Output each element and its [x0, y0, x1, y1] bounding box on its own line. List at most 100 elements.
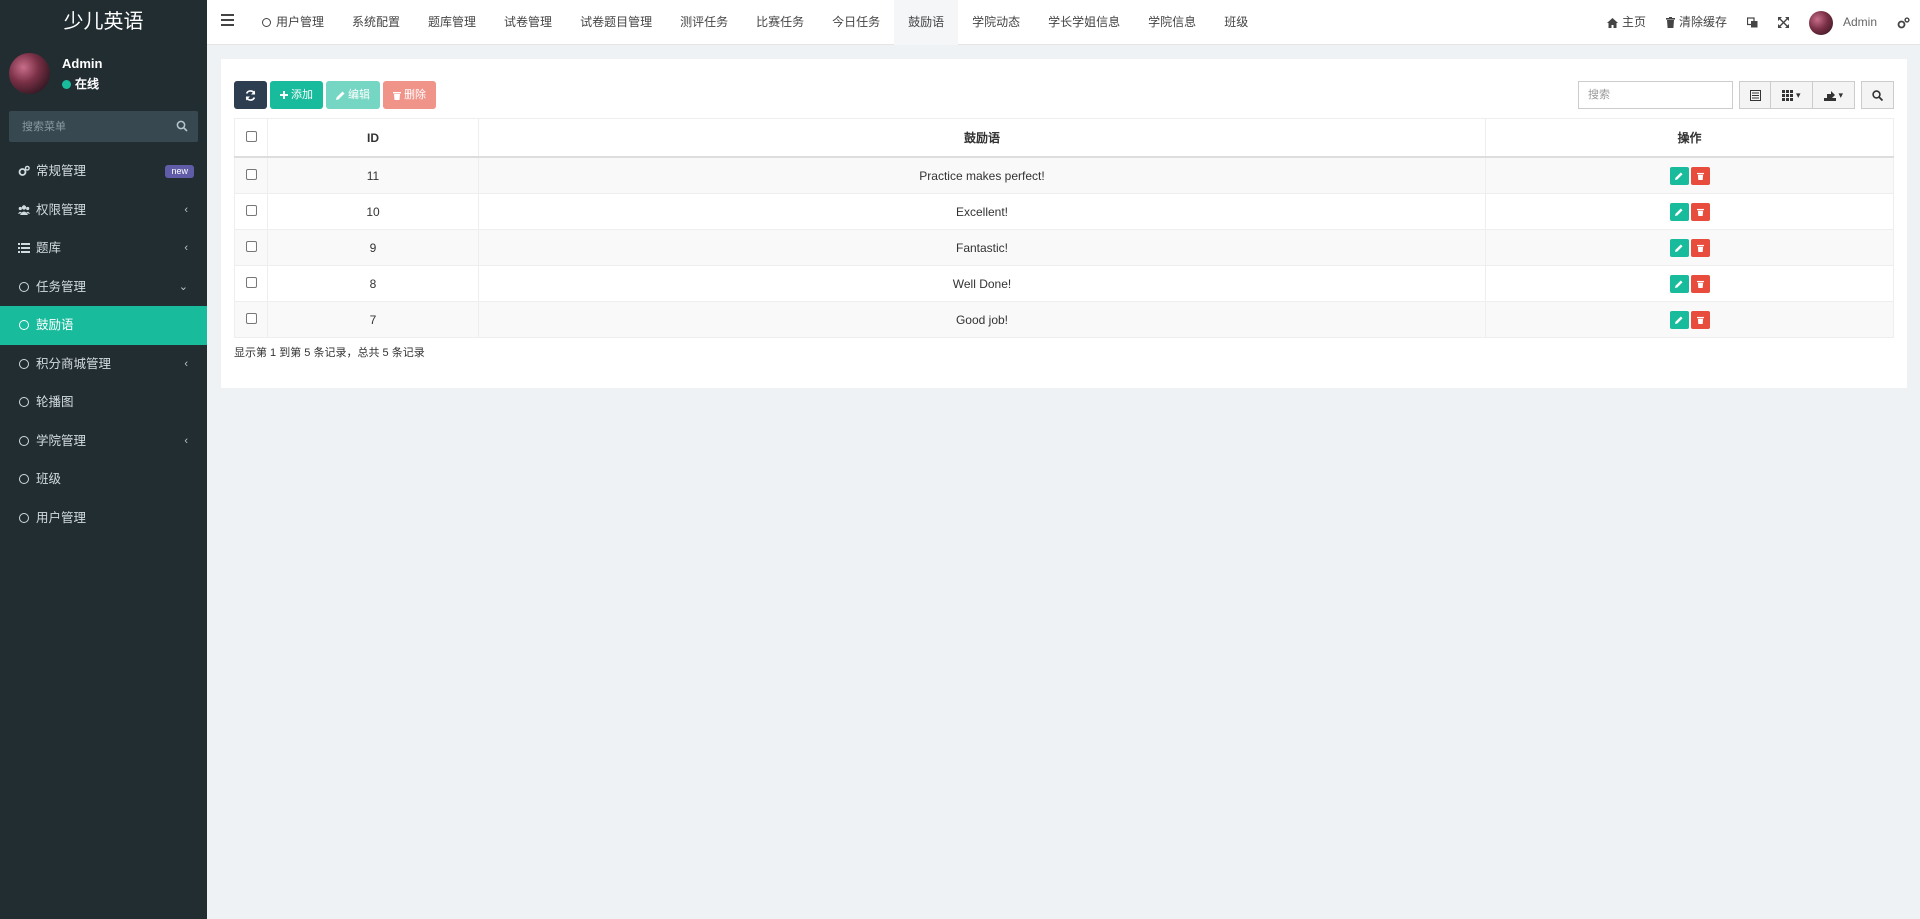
tab-paper-management[interactable]: 试卷管理 — [490, 0, 566, 45]
row-checkbox[interactable] — [245, 312, 257, 324]
table-row: 10 Excellent! — [234, 193, 1894, 230]
sidebar-item-general[interactable]: 常规管理 new — [0, 152, 207, 191]
row-delete-button[interactable] — [1690, 274, 1710, 293]
sidebar-item-encouragement[interactable]: 鼓励语 — [0, 306, 207, 345]
select-all-checkbox[interactable] — [245, 130, 257, 142]
menu-toggle-icon[interactable] — [221, 14, 234, 29]
row-checkbox[interactable] — [245, 276, 257, 288]
export-icon — [1823, 90, 1836, 101]
row-delete-button[interactable] — [1690, 310, 1710, 329]
top-navbar: 用户管理 系统配置 题库管理 试卷管理 试卷题目管理 测评任务 比赛任务 今日任… — [207, 0, 1920, 45]
row-text: Practice makes perfect! — [478, 156, 1486, 194]
row-text: Excellent! — [478, 193, 1486, 230]
user-menu-name: Admin — [1842, 15, 1877, 29]
sidebar-item-carousel[interactable]: 轮播图 — [0, 383, 207, 422]
sidebar-item-class[interactable]: 班级 — [0, 460, 207, 499]
tab-label: 用户管理 — [276, 15, 325, 29]
language-button[interactable] — [1737, 0, 1768, 45]
row-delete-button[interactable] — [1690, 238, 1710, 257]
sidebar-search-input[interactable] — [9, 111, 172, 142]
user-menu[interactable]: Admin — [1799, 0, 1887, 45]
trash-icon — [1696, 280, 1704, 288]
row-edit-button[interactable] — [1669, 166, 1689, 185]
column-header-id[interactable]: ID — [267, 118, 479, 158]
refresh-icon — [245, 89, 256, 101]
row-edit-button[interactable] — [1669, 238, 1689, 257]
search-icon[interactable] — [176, 120, 188, 132]
row-delete-button[interactable] — [1690, 166, 1710, 185]
column-header-text[interactable]: 鼓励语 — [478, 118, 1486, 158]
sidebar-item-label: 任务管理 — [36, 279, 87, 294]
tab-question-bank[interactable]: 题库管理 — [414, 0, 490, 45]
sidebar-item-college-management[interactable]: 学院管理 ‹ — [0, 422, 207, 461]
new-badge: new — [165, 165, 194, 178]
pencil-icon — [1675, 207, 1683, 216]
row-checkbox[interactable] — [245, 204, 257, 216]
export-button[interactable]: ▾ — [1813, 81, 1855, 109]
add-button[interactable]: 添加 — [270, 81, 323, 109]
sidebar-item-permissions[interactable]: 权限管理 ‹ — [0, 191, 207, 230]
toggle-view-button[interactable] — [1739, 81, 1771, 109]
delete-label: 删除 — [404, 89, 426, 101]
pencil-icon — [336, 91, 345, 100]
sidebar-item-question-bank[interactable]: 题库 ‹ — [0, 229, 207, 268]
tab-system-config[interactable]: 系统配置 — [338, 0, 414, 45]
sidebar-item-points-mall[interactable]: 积分商城管理 ‹ — [0, 345, 207, 384]
circle-icon — [19, 358, 29, 369]
home-link[interactable]: 主页 — [1597, 0, 1656, 45]
settings-button[interactable] — [1887, 0, 1920, 45]
tab-class[interactable]: 班级 — [1210, 0, 1262, 45]
sidebar-item-label: 学院管理 — [36, 433, 87, 448]
row-checkbox[interactable] — [245, 240, 257, 252]
fullscreen-button[interactable] — [1768, 0, 1799, 45]
trash-icon — [1696, 172, 1704, 180]
sidebar-item-task-management[interactable]: 任务管理 ⌄ — [0, 268, 207, 307]
delete-button[interactable]: 删除 — [383, 81, 436, 109]
tab-user-management[interactable]: 用户管理 — [248, 0, 338, 45]
sidebar: 少儿英语 Admin 在线 常规管理 new 权限管理 ‹ 题库 ‹ 任务管理 … — [0, 0, 207, 919]
row-id: 10 — [267, 193, 479, 230]
chevron-left-icon: ‹ — [184, 434, 188, 447]
home-label: 主页 — [1621, 15, 1646, 29]
list-icon — [18, 243, 30, 253]
row-text: Good job! — [478, 301, 1486, 338]
trash-icon — [1665, 17, 1675, 28]
cogs-icon — [1897, 16, 1910, 28]
row-edit-button[interactable] — [1669, 310, 1689, 329]
chevron-left-icon: ‹ — [184, 203, 188, 216]
table-search-input[interactable] — [1578, 81, 1733, 109]
tab-daily-tasks[interactable]: 今日任务 — [818, 0, 894, 45]
row-id: 9 — [267, 229, 479, 266]
refresh-button[interactable] — [234, 81, 267, 109]
row-select-cell — [234, 301, 268, 338]
advanced-search-button[interactable] — [1861, 81, 1894, 109]
tab-senior-info[interactable]: 学长学姐信息 — [1034, 0, 1134, 45]
tab-competition-tasks[interactable]: 比赛任务 — [742, 0, 818, 45]
tab-college-info[interactable]: 学院信息 — [1134, 0, 1210, 45]
app-logo[interactable]: 少儿英语 — [0, 0, 207, 45]
circle-icon — [262, 18, 271, 27]
row-delete-button[interactable] — [1690, 202, 1710, 221]
tab-encouragement[interactable]: 鼓励语 — [894, 0, 959, 45]
row-checkbox[interactable] — [245, 168, 257, 180]
caret-down-icon: ▾ — [1835, 89, 1844, 100]
chevron-left-icon: ‹ — [184, 242, 188, 254]
columns-button[interactable]: ▾ — [1771, 81, 1813, 109]
sidebar-item-user-management[interactable]: 用户管理 — [0, 499, 207, 538]
row-select-cell — [234, 265, 268, 302]
row-edit-button[interactable] — [1669, 274, 1689, 293]
circle-icon — [19, 512, 29, 523]
circle-icon — [19, 397, 29, 407]
circle-icon — [19, 435, 29, 446]
clear-cache-button[interactable]: 清除缓存 — [1656, 0, 1737, 45]
tab-college-news[interactable]: 学院动态 — [958, 0, 1034, 45]
pencil-icon — [1675, 243, 1683, 252]
edit-button[interactable]: 编辑 — [326, 81, 380, 109]
tab-paper-questions[interactable]: 试卷题目管理 — [566, 0, 666, 45]
row-edit-button[interactable] — [1669, 202, 1689, 221]
row-select-cell — [234, 229, 268, 266]
row-actions — [1485, 265, 1894, 302]
circle-icon — [19, 474, 29, 484]
sidebar-item-label: 权限管理 — [36, 202, 87, 217]
tab-evaluation-tasks[interactable]: 测评任务 — [666, 0, 742, 45]
